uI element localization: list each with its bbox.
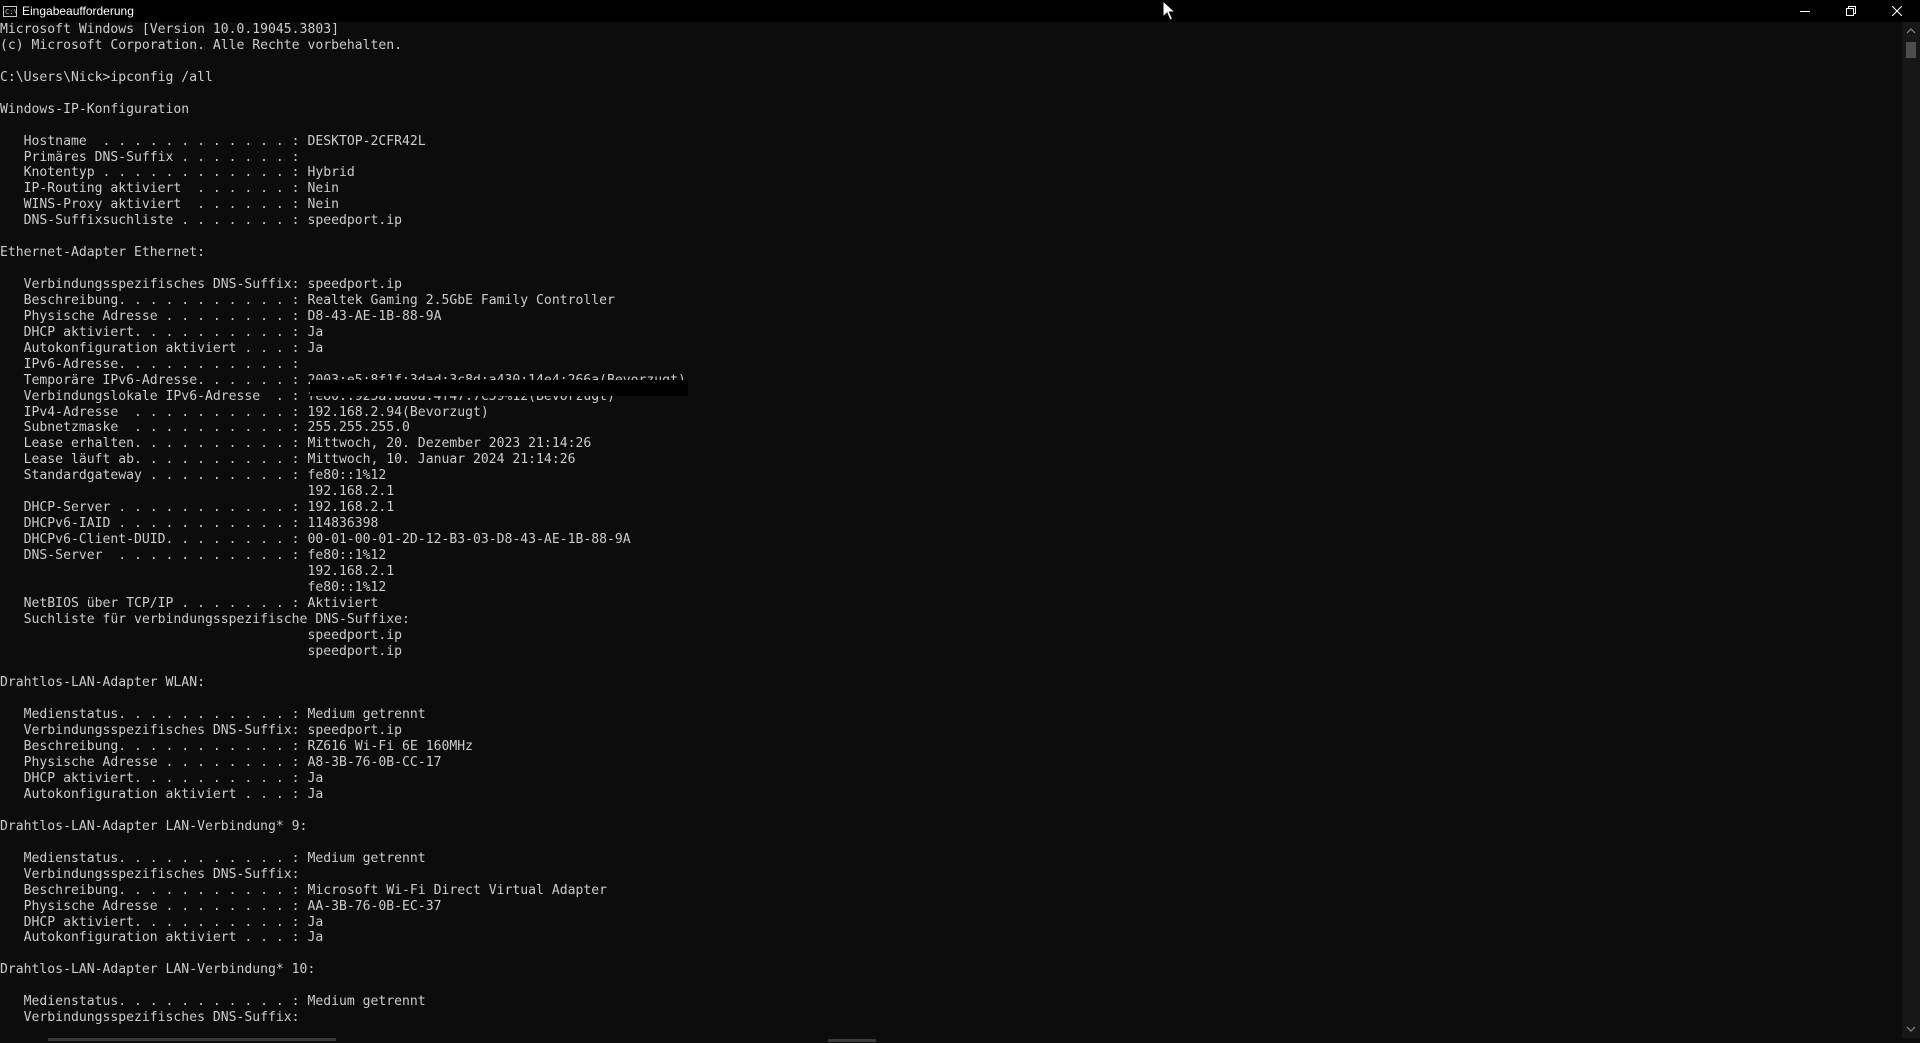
console-output[interactable]: Microsoft Windows [Version 10.0.19045.38… <box>0 22 1902 1038</box>
console-line: Physische Adresse . . . . . . . . : AA-3… <box>0 898 442 914</box>
console-line: speedport.ip <box>0 643 403 659</box>
console-line: Autokonfiguration aktiviert . . . : Ja <box>0 340 324 356</box>
console-line: Knotentyp . . . . . . . . . . . . : Hybr… <box>0 165 355 181</box>
console-line: Drahtlos-LAN-Adapter LAN-Verbindung* 9: <box>0 818 308 834</box>
console-line: Subnetzmaske . . . . . . . . . . : 255.2… <box>0 420 410 436</box>
console-line: Physische Adresse . . . . . . . . : A8-3… <box>0 755 442 771</box>
console-line: Lease läuft ab. . . . . . . . . . : Mitt… <box>0 452 576 468</box>
restore-icon <box>1846 6 1856 16</box>
console-line: 192.168.2.1 <box>0 563 395 579</box>
console-line: Windows-IP-Konfiguration <box>0 101 190 117</box>
console-line: Verbindungslokale IPv6-Adresse . : fe80:… <box>0 388 615 404</box>
console-line: DHCPv6-IAID . . . . . . . . . . . : 1148… <box>0 516 379 532</box>
console-line: Beschreibung. . . . . . . . . . . : Micr… <box>0 882 607 898</box>
console-line: (c) Microsoft Corporation. Alle Rechte v… <box>0 37 403 53</box>
console-line: Verbindungsspezifisches DNS-Suffix: spee… <box>0 723 403 739</box>
cmd-icon[interactable]: C:\ <box>3 5 18 17</box>
console-line: IPv4-Adresse . . . . . . . . . . : 192.1… <box>0 404 489 420</box>
console-line: C:\Users\Nick>ipconfig /all <box>0 69 213 85</box>
console-line: Verbindungsspezifisches DNS-Suffix: <box>0 866 300 882</box>
console-line: NetBIOS über TCP/IP . . . . . . . : Akti… <box>0 595 379 611</box>
redacted-ipv6-value <box>310 380 688 396</box>
horizontal-scrollbar-thumb[interactable] <box>48 1038 336 1041</box>
console-line: Autokonfiguration aktiviert . . . : Ja <box>0 787 324 802</box>
console-line: Beschreibung. . . . . . . . . . . : RZ61… <box>0 739 473 755</box>
close-icon <box>1892 6 1902 16</box>
console-line: Lease erhalten. . . . . . . . . . : Mitt… <box>0 436 592 452</box>
console-line: Temporäre IPv6-Adresse. . . . . . : 2003… <box>23 372 686 388</box>
console-line: 192.168.2.1 <box>0 484 395 500</box>
console-line: Standardgateway . . . . . . . . . : fe80… <box>0 468 387 484</box>
console-line: Ethernet-Adapter Ethernet: <box>0 245 205 261</box>
console-line: Physische Adresse . . . . . . . . : D8-4… <box>0 308 442 324</box>
chevron-up-icon <box>1906 28 1916 34</box>
console-line: Hostname . . . . . . . . . . . . : DESKT… <box>0 133 426 149</box>
horizontal-scrollbar[interactable] <box>0 1038 1920 1043</box>
console-line: Drahtlos-LAN-Adapter WLAN: <box>0 675 205 691</box>
console-line: IP-Routing aktiviert . . . . . . : Nein <box>0 181 339 197</box>
vertical-scrollbar[interactable] <box>1902 22 1920 1038</box>
console-line: IPv6-Adresse. . . . . . . . . . . : <box>0 356 300 372</box>
console-line: DHCP aktiviert. . . . . . . . . . : Ja <box>0 324 324 340</box>
console-line: Medienstatus. . . . . . . . . . . : Medi… <box>0 707 426 723</box>
console-line: Microsoft Windows [Version 10.0.19045.38… <box>0 22 339 37</box>
window-title: Eingabeaufforderung <box>22 4 134 18</box>
console-line: WINS-Proxy aktiviert . . . . . . : Nein <box>0 197 339 213</box>
console-line: DHCP-Server . . . . . . . . . . . : 192.… <box>0 500 395 516</box>
console-line: DHCP aktiviert. . . . . . . . . . : Ja <box>0 771 324 787</box>
console-line: Suchliste für verbindungsspezifische DNS… <box>0 611 410 627</box>
console-line: DNS-Suffixsuchliste . . . . . . . : spee… <box>0 213 403 229</box>
console-line: Primäres DNS-Suffix . . . . . . . : <box>0 149 300 165</box>
console-line: Medienstatus. . . . . . . . . . . : Medi… <box>0 994 426 1010</box>
horizontal-scrollbar-marker <box>828 1039 876 1042</box>
console-line: DHCP aktiviert. . . . . . . . . . : Ja <box>0 914 324 930</box>
minimize-icon <box>1800 11 1810 12</box>
console-line: Drahtlos-LAN-Adapter LAN-Verbindung* 10: <box>0 962 316 978</box>
cmd-window: C:\ Eingabeaufforderung Microsoft Window… <box>0 0 1920 1043</box>
console-line: Medienstatus. . . . . . . . . . . : Medi… <box>0 850 426 866</box>
title-bar[interactable]: C:\ Eingabeaufforderung <box>0 0 1920 22</box>
console-line: Verbindungsspezifisches DNS-Suffix: <box>0 1010 300 1026</box>
scroll-down-button[interactable] <box>1902 1022 1920 1036</box>
console-line: fe80::1%12 <box>0 579 387 595</box>
console-line: Autokonfiguration aktiviert . . . : Ja <box>0 930 324 946</box>
window-controls <box>1782 0 1920 22</box>
console-line: Verbindungsspezifisches DNS-Suffix: spee… <box>0 277 403 292</box>
console-line: speedport.ip <box>0 627 403 643</box>
scrollbar-thumb[interactable] <box>1906 42 1916 58</box>
console-line: Beschreibung. . . . . . . . . . . : Real… <box>0 292 615 308</box>
console-line: DHCPv6-Client-DUID. . . . . . . . : 00-0… <box>0 532 631 547</box>
restore-button[interactable] <box>1828 0 1874 22</box>
close-button[interactable] <box>1874 0 1920 22</box>
mouse-pointer-icon <box>1162 0 1177 21</box>
console-line: DNS-Server . . . . . . . . . . . : fe80:… <box>0 547 387 563</box>
chevron-down-icon <box>1906 1026 1916 1032</box>
scroll-up-button[interactable] <box>1902 24 1920 38</box>
console-text: Microsoft Windows [Version 10.0.19045.38… <box>0 22 1902 1026</box>
minimize-button[interactable] <box>1782 0 1828 22</box>
